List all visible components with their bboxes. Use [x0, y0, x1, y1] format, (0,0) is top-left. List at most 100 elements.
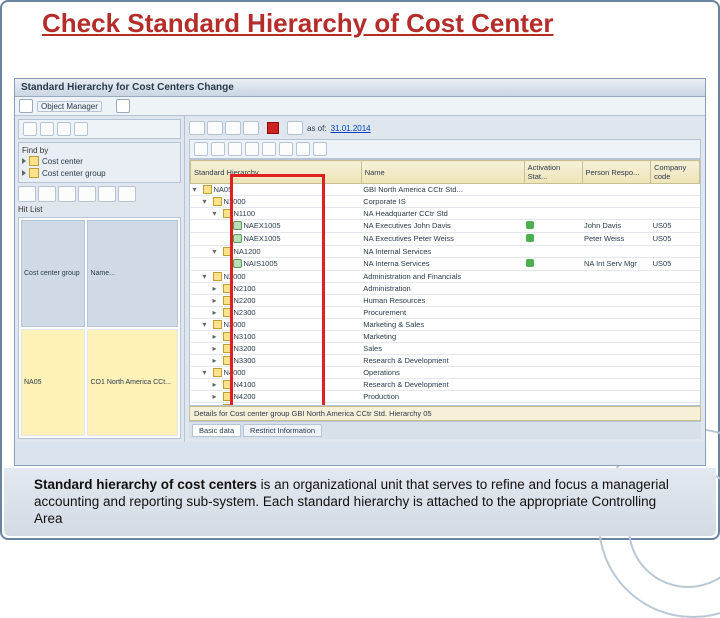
expand-icon[interactable]: ▸: [213, 381, 221, 389]
tree-row[interactable]: NAEX1005NA Executives Peter WeissPeter W…: [191, 233, 700, 246]
tree-row[interactable]: ▸N3100Marketing: [191, 331, 700, 343]
tree-row[interactable]: NAEX1005NA Executives John DavisJohn Dav…: [191, 220, 700, 233]
btn-icon[interactable]: [118, 186, 136, 202]
hitlist-col-group[interactable]: Cost center group: [21, 220, 85, 327]
tree-row[interactable]: ▸N4200Production: [191, 391, 700, 403]
col-name[interactable]: Name: [361, 161, 524, 184]
expand-icon[interactable]: ▾: [203, 321, 211, 329]
node-name: Operations: [361, 367, 524, 379]
tool-icon[interactable]: [313, 142, 327, 156]
tool-icon[interactable]: [74, 122, 88, 136]
tool-icon[interactable]: [262, 142, 276, 156]
col-company[interactable]: Company code: [651, 161, 700, 184]
tree-row[interactable]: ▸N2300Procurement: [191, 307, 700, 319]
col-hierarchy[interactable]: Standard Hierarchy: [191, 161, 362, 184]
expand-icon[interactable]: ▾: [193, 186, 201, 194]
expand-icon[interactable]: ▾: [203, 369, 211, 377]
expand-icon[interactable]: ▾: [203, 198, 211, 206]
btn-icon[interactable]: [58, 186, 76, 202]
hitlist-col-name[interactable]: Name...: [87, 220, 178, 327]
tree-row[interactable]: ▾N4000Operations: [191, 367, 700, 379]
tree-row[interactable]: ▸N3200Sales: [191, 343, 700, 355]
tool-icon[interactable]: [228, 142, 242, 156]
asof-label: as of:: [307, 124, 327, 133]
activation-cell: [524, 233, 582, 246]
tab-restrict-info[interactable]: Restrict Information: [243, 424, 322, 437]
hitlist-label: Hit List: [18, 205, 181, 214]
person-cell: NA Int Serv Mgr: [582, 258, 651, 271]
expand-icon[interactable]: ▸: [213, 345, 221, 353]
tool-icon[interactable]: [211, 142, 225, 156]
expand-icon[interactable]: ▸: [213, 357, 221, 365]
nav-last-icon[interactable]: [243, 121, 259, 135]
cost-center-icon: [233, 234, 242, 243]
stop-icon[interactable]: [267, 122, 279, 134]
btn-icon[interactable]: [38, 186, 56, 202]
btn-icon[interactable]: [18, 186, 36, 202]
node-label: N3100: [234, 332, 256, 341]
wand-icon[interactable]: [116, 99, 130, 113]
object-manager-button[interactable]: Object Manager: [37, 101, 102, 112]
node-name: Marketing & Sales: [361, 319, 524, 331]
tree-row[interactable]: ▸N4100Research & Development: [191, 379, 700, 391]
hierarchy-grid[interactable]: Standard Hierarchy Name Activation Stat.…: [189, 159, 701, 406]
expand-icon[interactable]: ▾: [213, 210, 221, 218]
tool-icon[interactable]: [296, 142, 310, 156]
person-cell: [582, 184, 651, 196]
tree-row[interactable]: ▸N4300Plant Maintenance: [191, 403, 700, 407]
expand-icon[interactable]: ▸: [213, 309, 221, 317]
find-item-cost-center[interactable]: Cost center: [22, 155, 177, 167]
btn-icon[interactable]: [78, 186, 96, 202]
nav-next-icon[interactable]: [225, 121, 241, 135]
node-name: Research & Development: [361, 355, 524, 367]
find-item-cost-center-group[interactable]: Cost center group: [22, 167, 177, 179]
tree-row[interactable]: NAIS1005NA Interna ServicesNA Int Serv M…: [191, 258, 700, 271]
tree-row[interactable]: ▸N2100Administration: [191, 283, 700, 295]
tool-icon[interactable]: [245, 142, 259, 156]
tree-row[interactable]: ▾N1100NA Headquarter CCtr Std: [191, 208, 700, 220]
activation-cell: [524, 196, 582, 208]
tree-row[interactable]: ▾N1000Corporate IS: [191, 196, 700, 208]
expand-icon[interactable]: ▸: [213, 393, 221, 401]
expand-icon[interactable]: ▾: [203, 273, 211, 281]
node-label: N3200: [234, 344, 256, 353]
col-person[interactable]: Person Respo...: [582, 161, 651, 184]
node-name: Corporate IS: [361, 196, 524, 208]
tree-row[interactable]: ▾N3000Marketing & Sales: [191, 319, 700, 331]
activation-cell: [524, 184, 582, 196]
node-name: Procurement: [361, 307, 524, 319]
expand-icon[interactable]: ▸: [213, 333, 221, 341]
tool-icon[interactable]: [194, 142, 208, 156]
tree-row[interactable]: ▸N2200Human Resources: [191, 295, 700, 307]
tool-icon[interactable]: [23, 122, 37, 136]
group-icon: [223, 296, 232, 305]
company-cell: [651, 307, 700, 319]
asof-value[interactable]: 31.01.2014: [331, 124, 371, 133]
expand-icon: [223, 222, 231, 230]
tool-icon[interactable]: [40, 122, 54, 136]
find-by-label: Find by: [22, 146, 177, 155]
tool-icon[interactable]: [279, 142, 293, 156]
menu-icon[interactable]: [19, 99, 33, 113]
tree-row[interactable]: ▾N2000Administration and Financials: [191, 271, 700, 283]
tool-icon[interactable]: [57, 122, 71, 136]
company-cell: [651, 246, 700, 258]
node-label: N1100: [234, 209, 256, 218]
expand-icon[interactable]: ▾: [213, 248, 221, 256]
col-activation[interactable]: Activation Stat...: [524, 161, 582, 184]
activation-cell: [524, 355, 582, 367]
hitlist-row[interactable]: NA05 CO1 North America CCt...: [21, 329, 178, 436]
left-button-row: [18, 186, 181, 202]
tool-icon[interactable]: [287, 121, 303, 135]
tab-basic-data[interactable]: Basic data: [192, 424, 241, 437]
expand-icon[interactable]: ▸: [213, 297, 221, 305]
expand-icon[interactable]: ▸: [213, 405, 221, 407]
nav-prev-icon[interactable]: [207, 121, 223, 135]
expand-icon[interactable]: ▸: [213, 285, 221, 293]
nav-first-icon[interactable]: [189, 121, 205, 135]
activation-cell: [524, 403, 582, 407]
tree-row[interactable]: ▾NA05GBI North America CCtr Std...: [191, 184, 700, 196]
tree-row[interactable]: ▸N3300Research & Development: [191, 355, 700, 367]
btn-icon[interactable]: [98, 186, 116, 202]
tree-row[interactable]: ▾NA1200NA Internal Services: [191, 246, 700, 258]
